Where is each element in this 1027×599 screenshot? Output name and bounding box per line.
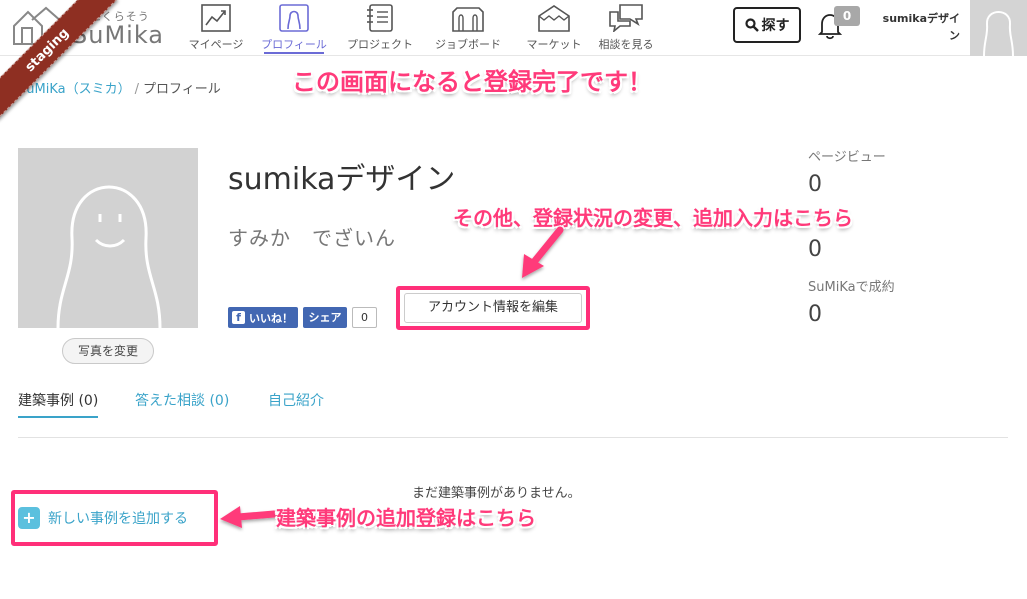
notebook-icon [367,4,393,32]
default-avatar-icon [56,185,162,328]
nav-label: プロジェクト [347,38,413,51]
nav-item-profile[interactable]: プロフィール [254,4,334,54]
stat-label-pageviews: ページビュー [808,150,886,165]
stat-label-contracts: SuMiKaで成約 [808,280,895,295]
nav-label: 相談を見る [598,38,654,51]
profile-name: sumikaデザイン [228,162,456,197]
nav-label: ジョブボード [435,38,501,51]
tab-self-introduction[interactable]: 自己紹介 [268,390,324,410]
breadcrumb-home-link[interactable]: SuMiKa（スミカ） [18,82,131,97]
empty-cases-message: まだ建築事例がありません。 [412,486,581,501]
nav-label: プロフィール [261,38,327,51]
plus-icon: + [18,507,40,529]
stat-value-pageviews: 0 [808,172,822,197]
edit-account-button[interactable]: アカウント情報を編集 [404,293,582,323]
annotation-arrow-icon [220,506,278,528]
annotation-add-case: 建築事例の追加登録はこちら [276,506,536,530]
annotation-arrow-icon [522,226,564,278]
stat-value-second: 0 [808,237,822,262]
breadcrumb-current: プロフィール [142,82,221,97]
chat-bubbles-icon [609,4,643,32]
site-header: 好きにくらそう SuMika マイページ プロフィール プロジェクト ジョブボー… [0,0,1027,56]
profile-photo [18,148,198,328]
facebook-like-button[interactable]: f いいね！ [228,307,298,328]
search-icon [744,18,759,32]
stat-value-contracts: 0 [808,302,822,327]
nav-label: マーケット [526,38,582,51]
profile-tabs: 建築事例 (0) 答えた相談 (0) 自己紹介 [18,390,1008,438]
notification-count-badge: 0 [834,6,860,26]
facebook-like-label: いいね！ [249,311,293,325]
header-avatar[interactable] [970,0,1027,56]
chart-trend-icon [201,4,231,32]
facebook-icon: f [232,311,245,324]
tab-answered-consults[interactable]: 答えた相談 (0) [135,390,229,410]
nav-item-market[interactable]: マーケット [514,4,594,54]
nav-label: マイページ [188,38,244,51]
default-avatar-icon [983,11,1014,56]
nav-item-mypage[interactable]: マイページ [176,4,256,54]
facebook-like-count: 0 [352,307,377,328]
change-photo-button[interactable]: 写真を変更 [62,338,154,364]
board-icon [452,7,484,32]
tent-icon [538,5,570,32]
annotation-registration-complete: この画面になると登録完了です！ [292,68,652,96]
tab-cases[interactable]: 建築事例 (0) [18,390,99,418]
search-button[interactable]: 探す [733,7,801,43]
add-case-link[interactable]: + 新しい事例を追加する [18,507,188,529]
annotation-edit-account: その他、登録状況の変更、追加入力はこちら [453,206,853,230]
facebook-share-button[interactable]: シェア [303,307,347,328]
profile-kana: すみか でざいん [228,226,396,250]
nav-item-consult[interactable]: 相談を見る [586,4,666,54]
nav-item-project[interactable]: プロジェクト [340,4,420,54]
person-icon [279,4,309,32]
breadcrumb-separator: / [134,82,139,97]
search-label: 探す [761,18,790,34]
add-case-label: 新しい事例を追加する [48,511,188,527]
header-user-name[interactable]: sumikaデザイン [872,10,960,44]
nav-item-jobboard[interactable]: ジョブボード [428,4,508,54]
breadcrumb: SuMiKa（スミカ） / プロフィール [18,78,221,97]
